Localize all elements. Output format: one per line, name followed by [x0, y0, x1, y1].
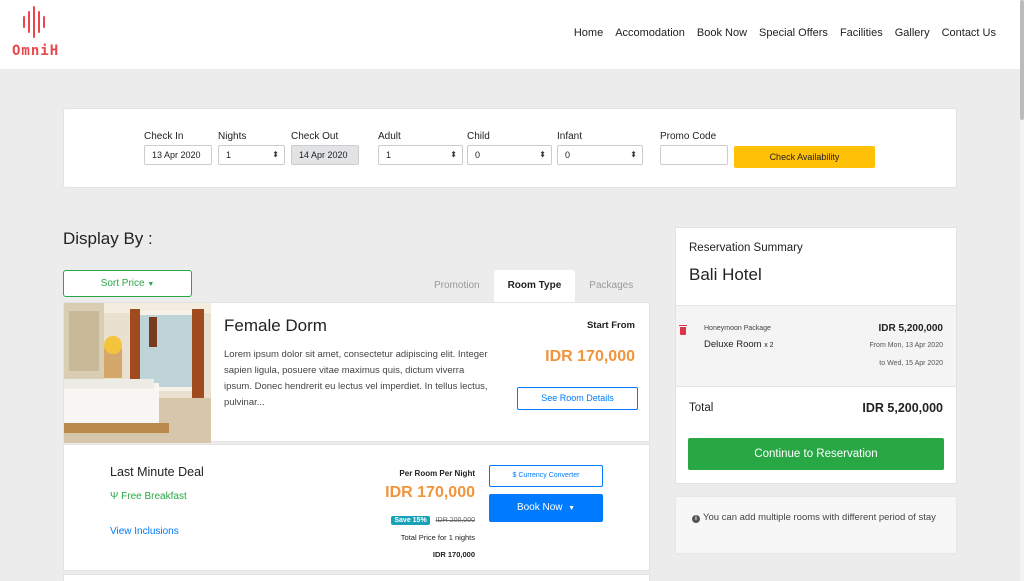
reservation-summary-heading: Reservation Summary [689, 242, 803, 254]
hotel-name: Bali Hotel [689, 265, 762, 284]
continue-to-reservation-button[interactable]: Continue to Reservation [688, 438, 944, 470]
availability-search-card: Check In 13 Apr 2020 Nights 1 ⬍ Check Out… [63, 108, 957, 188]
info-note-card: i You can add multiple rooms with differe… [675, 496, 957, 554]
save-badge: Save 15% [391, 516, 430, 525]
adult-field-group: Adult 1 ⬍ [378, 131, 463, 165]
child-label: Child [467, 131, 490, 142]
nights-value: 1 [226, 150, 232, 160]
room-type-name: Deluxe Room [704, 339, 762, 350]
sort-price-button[interactable]: Sort Price ▼ [63, 270, 192, 297]
select-caret-icon: ⬍ [450, 150, 457, 159]
infant-select[interactable]: 0 ⬍ [557, 145, 643, 165]
nav-gallery[interactable]: Gallery [895, 27, 930, 39]
summary-room-type: Deluxe Room x 2 [704, 339, 774, 350]
select-caret-icon: ⬍ [630, 150, 637, 159]
promo-field-group: Promo Code [660, 131, 728, 165]
check-out-field-group: Check Out 14 Apr 2020 [291, 131, 359, 165]
view-inclusions-link[interactable]: View Inclusions [110, 526, 179, 537]
infant-value: 0 [565, 150, 571, 160]
book-now-button[interactable]: Book Now ▼ [489, 494, 603, 522]
book-now-label: Book Now [516, 502, 563, 513]
room-card: Female Dorm Lorem ipsum dolor sit amet, … [63, 302, 650, 443]
logo-text: OmniH [12, 43, 60, 59]
room-name: Female Dorm [224, 316, 327, 335]
check-in-input[interactable]: 13 Apr 2020 [144, 145, 212, 165]
total-price-nights-label: Total Price for 1 nights [400, 533, 475, 542]
rate-plan-card: Last Minute Deal Ψ Free Breakfast View I… [63, 444, 650, 571]
total-label: Total [689, 402, 714, 414]
promo-code-label: Promo Code [660, 131, 717, 142]
caret-down-icon: ▼ [568, 505, 576, 512]
main-nav: Home Accomodation Book Now Special Offer… [574, 27, 996, 39]
stay-from-date: From Mon, 13 Apr 2020 [869, 342, 943, 349]
adult-select[interactable]: 1 ⬍ [378, 145, 463, 165]
summary-line-item: Honeymoon Package Deluxe Room x 2 IDR 5,… [676, 305, 956, 387]
check-out-input: 14 Apr 2020 [291, 145, 359, 165]
trash-icon[interactable] [679, 325, 687, 335]
info-note: i You can add multiple rooms with differe… [692, 510, 947, 526]
reservation-summary-panel: Reservation Summary Bali Hotel Honeymoon… [675, 227, 957, 484]
discount-row: Save 15% IDR 200,000 [391, 516, 475, 525]
omnih-logo[interactable]: OmniH [12, 6, 72, 64]
rate-plan-price: IDR 170,000 [385, 484, 475, 501]
package-name: Honeymoon Package [704, 325, 771, 332]
per-room-per-night-label: Per Room Per Night [399, 469, 475, 478]
top-navbar: OmniH Home Accomodation Book Now Special… [0, 0, 1020, 69]
display-tabs: Promotion Room Type Packages [420, 270, 647, 302]
nights-label: Nights [218, 131, 247, 142]
check-out-label: Check Out [291, 131, 339, 142]
room-price: IDR 170,000 [545, 348, 635, 365]
nav-facilities[interactable]: Facilities [840, 27, 883, 39]
currency-converter-button[interactable]: $ Currency Converter [489, 465, 603, 487]
cutlery-icon: Ψ [110, 491, 119, 502]
tab-packages[interactable]: Packages [575, 270, 647, 302]
nav-book-now[interactable]: Book Now [697, 27, 747, 39]
nav-home[interactable]: Home [574, 27, 603, 39]
room-qty: x 2 [764, 342, 774, 349]
adult-value: 1 [386, 150, 392, 160]
line-item-amount: IDR 5,200,000 [878, 323, 944, 334]
room-photo[interactable] [64, 303, 211, 443]
logo-bars-icon [23, 6, 45, 38]
adult-label: Adult [378, 131, 401, 142]
free-breakfast-row: Ψ Free Breakfast [110, 491, 187, 502]
nav-accomodation[interactable]: Accomodation [615, 27, 685, 39]
select-caret-icon: ⬍ [539, 150, 546, 159]
info-note-text: You can add multiple rooms with differen… [703, 512, 936, 523]
next-rate-plan-card [63, 574, 650, 581]
see-room-details-button[interactable]: See Room Details [517, 387, 638, 410]
info-icon: i [692, 515, 700, 523]
sort-price-label: Sort Price [100, 278, 145, 289]
check-in-label: Check In [144, 131, 184, 142]
page-scrollbar[interactable] [1020, 0, 1024, 581]
child-field-group: Child 0 ⬍ [467, 131, 552, 165]
display-by-heading: Display By : [63, 229, 153, 248]
check-in-field-group: Check In 13 Apr 2020 [144, 131, 212, 165]
nav-contact-us[interactable]: Contact Us [942, 27, 996, 39]
total-amount: IDR 5,200,000 [862, 401, 943, 415]
original-price: IDR 200,000 [435, 517, 475, 524]
check-availability-button[interactable]: Check Availability [734, 146, 875, 168]
child-select[interactable]: 0 ⬍ [467, 145, 552, 165]
free-breakfast-label: Free Breakfast [121, 491, 187, 502]
rate-plan-name: Last Minute Deal [110, 465, 204, 479]
start-from-label: Start From [586, 320, 635, 331]
child-value: 0 [475, 150, 481, 160]
nav-special-offers[interactable]: Special Offers [759, 27, 828, 39]
total-price-value: IDR 170,000 [432, 550, 475, 559]
room-photo-illustration [64, 303, 211, 443]
room-description: Lorem ipsum dolor sit amet, consectetur … [224, 349, 488, 408]
infant-field-group: Infant 0 ⬍ [557, 131, 643, 165]
caret-down-icon: ▼ [147, 281, 155, 288]
nights-field-group: Nights 1 ⬍ [218, 131, 285, 165]
tab-promotion[interactable]: Promotion [420, 270, 494, 302]
infant-label: Infant [557, 131, 583, 142]
nights-select[interactable]: 1 ⬍ [218, 145, 285, 165]
select-caret-icon: ⬍ [272, 150, 279, 159]
promo-code-input[interactable] [660, 145, 728, 165]
stay-to-date: to Wed, 15 Apr 2020 [879, 360, 943, 367]
tab-room-type[interactable]: Room Type [493, 270, 576, 302]
scrollbar-thumb[interactable] [1020, 0, 1024, 120]
